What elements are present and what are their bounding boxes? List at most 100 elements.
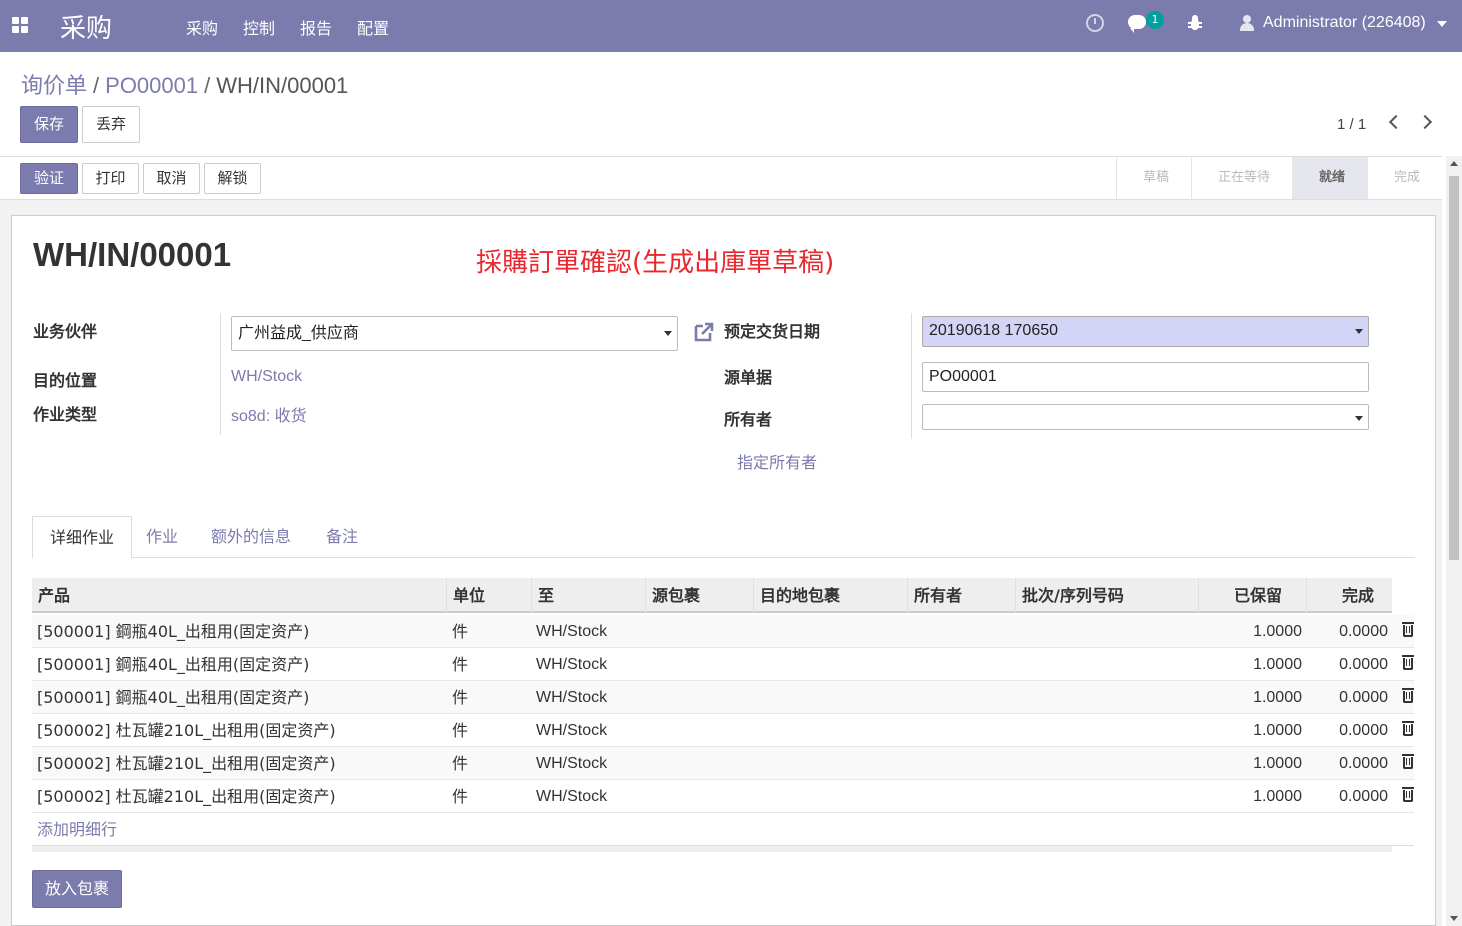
reserved-cell: 1.0000 xyxy=(1253,689,1302,706)
trash-icon[interactable] xyxy=(1402,721,1414,736)
chevron-down-icon[interactable] xyxy=(1437,21,1447,27)
tab-detailed-operations[interactable]: 详细作业 xyxy=(32,516,133,559)
apps-menu-icon[interactable] xyxy=(12,17,28,33)
breadcrumb: 询价单 / PO00001/WH/IN/00001 xyxy=(21,73,349,98)
menu-reporting[interactable]: 报告 xyxy=(300,15,332,39)
chat-bubble-icon[interactable] xyxy=(1128,15,1146,33)
done-cell: 0.0000 xyxy=(1339,656,1388,673)
col-done[interactable]: 完成 xyxy=(1306,578,1392,613)
caret-down-icon[interactable] xyxy=(1355,416,1363,421)
unit-cell: 件 xyxy=(452,688,469,707)
caret-down-icon[interactable] xyxy=(1355,329,1363,334)
breadcrumb-current: WH/IN/00001 xyxy=(216,73,349,98)
product-cell: [500002] 杜瓦罐210L_出租用(固定资产) xyxy=(37,787,336,806)
trash-icon[interactable] xyxy=(1402,655,1414,670)
table-row[interactable]: [500001] 鋼瓶40L_出租用(固定资产) 件 WH/Stock 1.00… xyxy=(32,681,1414,714)
partner-label: 业务伙伴 xyxy=(33,322,98,341)
pager-next-icon[interactable] xyxy=(1417,114,1433,130)
cancel-button[interactable]: 取消 xyxy=(143,163,200,194)
done-cell: 0.0000 xyxy=(1339,755,1388,772)
table-row[interactable]: [500002] 杜瓦罐210L_出租用(固定资产) 件 WH/Stock 1.… xyxy=(32,780,1414,813)
reserved-cell: 1.0000 xyxy=(1253,656,1302,673)
done-cell: 0.0000 xyxy=(1339,722,1388,739)
user-menu[interactable]: Administrator (226408) xyxy=(1263,14,1426,32)
tab-notes[interactable]: 备注 xyxy=(309,516,375,558)
user-avatar-icon[interactable] xyxy=(1240,15,1254,31)
activity-clock-icon[interactable] xyxy=(1086,14,1104,32)
print-button[interactable]: 打印 xyxy=(82,163,139,194)
annotation-note: 採購訂單確認(生成出庫單草稿) xyxy=(476,248,835,278)
unit-cell: 件 xyxy=(452,622,469,641)
top-navbar: 采购 采购 控制 报告 配置 1 Administrator (226408) xyxy=(0,0,1462,52)
table-row[interactable]: [500002] 杜瓦罐210L_出租用(固定资产) 件 WH/Stock 1.… xyxy=(32,714,1414,747)
to-cell: WH/Stock xyxy=(536,722,608,739)
app-brand: 采购 xyxy=(60,14,113,44)
scroll-up-icon[interactable] xyxy=(1450,161,1458,166)
trash-icon[interactable] xyxy=(1402,622,1414,637)
product-cell: [500002] 杜瓦罐210L_出租用(固定资产) xyxy=(37,721,336,740)
col-destination-package[interactable]: 目的地包裹 xyxy=(753,578,907,613)
stage-done: 完成 xyxy=(1366,157,1442,199)
product-cell: [500001] 鋼瓶40L_出租用(固定资产) xyxy=(37,688,310,707)
table-row[interactable]: [500001] 鋼瓶40L_出租用(固定资产) 件 WH/Stock 1.00… xyxy=(32,648,1414,681)
left-group-separator xyxy=(220,313,221,435)
assign-owner-link[interactable]: 指定所有者 xyxy=(737,449,817,473)
validate-button[interactable]: 验证 xyxy=(20,163,78,194)
debug-bug-icon[interactable] xyxy=(1188,15,1202,31)
scheduled-date-value: 20190618 170650 xyxy=(929,322,1059,339)
owner-select[interactable] xyxy=(922,404,1369,430)
unit-cell: 件 xyxy=(452,754,469,773)
destination-link[interactable]: WH/Stock xyxy=(231,368,302,386)
scheduled-date-field[interactable]: 20190618 170650 xyxy=(922,316,1369,347)
table-footer xyxy=(32,846,1392,852)
put-in-pack-button[interactable]: 放入包裹 xyxy=(32,870,122,908)
trash-icon[interactable] xyxy=(1402,754,1414,769)
table-row[interactable]: [500002] 杜瓦罐210L_出租用(固定资产) 件 WH/Stock 1.… xyxy=(32,747,1414,780)
breadcrumb-rfq[interactable]: 询价单 xyxy=(21,73,87,98)
table-row[interactable]: [500001] 鋼瓶40L_出租用(固定资产) 件 WH/Stock 1.00… xyxy=(32,615,1414,648)
tab-operations[interactable]: 作业 xyxy=(129,516,195,558)
external-link-icon[interactable] xyxy=(693,321,715,343)
to-cell: WH/Stock xyxy=(536,755,608,772)
col-unit[interactable]: 单位 xyxy=(446,578,531,613)
stage-waiting: 正在等待 xyxy=(1190,157,1292,199)
source-document-input[interactable]: PO00001 xyxy=(922,362,1369,392)
col-product[interactable]: 产品 xyxy=(32,578,446,613)
partner-select[interactable]: 广州益成_供应商 xyxy=(231,316,678,351)
col-lot-serial[interactable]: 批次/序列号码 xyxy=(1015,578,1198,613)
unit-cell: 件 xyxy=(452,721,469,740)
reserved-cell: 1.0000 xyxy=(1253,755,1302,772)
status-bar: 验证 打印 取消 解锁 草稿 正在等待 就绪 完成 xyxy=(0,156,1442,200)
reserved-cell: 1.0000 xyxy=(1253,722,1302,739)
discard-button[interactable]: 丢弃 xyxy=(82,106,140,143)
scroll-thumb[interactable] xyxy=(1449,176,1459,560)
col-source-package[interactable]: 源包裹 xyxy=(645,578,753,613)
menu-control[interactable]: 控制 xyxy=(243,15,275,39)
caret-down-icon[interactable] xyxy=(664,331,672,336)
scroll-down-icon[interactable] xyxy=(1450,916,1458,921)
unit-cell: 件 xyxy=(452,655,469,674)
stage-pipeline: 草稿 正在等待 就绪 完成 xyxy=(1115,157,1442,199)
product-cell: [500001] 鋼瓶40L_出租用(固定资产) xyxy=(37,622,310,641)
operation-type-link[interactable]: so8d: 收货 xyxy=(231,402,307,426)
pager-value[interactable]: 1 / 1 xyxy=(1337,116,1366,133)
to-cell: WH/Stock xyxy=(536,788,608,805)
unlock-button[interactable]: 解锁 xyxy=(204,163,261,194)
owner-label: 所有者 xyxy=(724,410,773,429)
breadcrumb-po[interactable]: PO00001 xyxy=(105,73,198,98)
pager-previous-icon[interactable] xyxy=(1388,114,1404,130)
col-owner[interactable]: 所有者 xyxy=(907,578,1015,613)
menu-configuration[interactable]: 配置 xyxy=(357,15,389,39)
save-button[interactable]: 保存 xyxy=(20,106,78,143)
unit-cell: 件 xyxy=(452,787,469,806)
add-line-link[interactable]: 添加明细行 xyxy=(37,813,117,846)
tab-additional-info[interactable]: 额外的信息 xyxy=(194,516,308,558)
destination-label: 目的位置 xyxy=(33,371,98,390)
reserved-cell: 1.0000 xyxy=(1253,623,1302,640)
page-scrollbar[interactable] xyxy=(1446,156,1462,926)
col-to[interactable]: 至 xyxy=(531,578,645,613)
col-reserved[interactable]: 已保留 xyxy=(1198,578,1306,613)
trash-icon[interactable] xyxy=(1402,787,1414,802)
menu-purchase[interactable]: 采购 xyxy=(186,15,218,39)
trash-icon[interactable] xyxy=(1402,688,1414,703)
